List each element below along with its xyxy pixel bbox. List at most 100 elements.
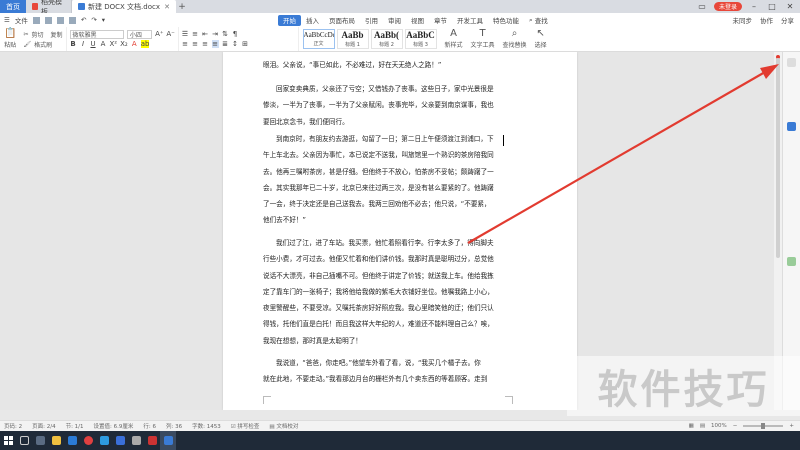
strikethrough-button[interactable]: A: [100, 40, 107, 48]
more-icon[interactable]: ▾: [102, 16, 105, 24]
start-button[interactable]: [0, 431, 16, 450]
window-layout-icon[interactable]: ▭: [696, 2, 708, 11]
tab-start[interactable]: 开始: [278, 14, 301, 26]
status-pages[interactable]: 页面: 2/4: [32, 422, 55, 430]
zoom-in-icon[interactable]: +: [789, 423, 794, 429]
tab-docer[interactable]: 稻壳模板: [26, 0, 72, 16]
underline-button[interactable]: U: [90, 40, 97, 48]
cut-button[interactable]: 剪切: [31, 30, 43, 39]
close-tab-icon[interactable]: ✕: [164, 3, 170, 11]
sync-status[interactable]: 未同步: [733, 15, 753, 25]
text-tools-button[interactable]: T 文字工具: [467, 27, 499, 51]
tab-home[interactable]: 首页: [0, 0, 26, 13]
paragraph[interactable]: 我们过了江，进了车站。我买票，他忙着照看行李。行李太多了，得向脚夫 行些小费，才…: [263, 235, 537, 349]
font-color-button[interactable]: A: [131, 40, 138, 48]
font-size-select[interactable]: 小四: [126, 29, 153, 39]
italic-button[interactable]: I: [80, 40, 87, 48]
save-icon[interactable]: [44, 16, 52, 24]
open-icon[interactable]: [32, 16, 40, 24]
scrollbar-thumb[interactable]: [776, 58, 780, 258]
new-style-button[interactable]: A 新样式: [441, 27, 467, 51]
tab-references[interactable]: 引用: [360, 13, 383, 27]
distribute-icon[interactable]: ≣: [222, 40, 229, 48]
spell-check-toggle[interactable]: ☑ 拼写检查: [231, 422, 260, 430]
print-icon[interactable]: [56, 16, 64, 24]
paragraph[interactable]: 回家变卖典质，父亲还了亏空；又借钱办了丧事。这些日子，家中光景很是 惨淡，一半为…: [263, 81, 537, 130]
grow-font-icon[interactable]: A⁺: [155, 30, 163, 38]
format-painter-button[interactable]: 格式刷: [34, 40, 52, 49]
tab-insert[interactable]: 插入: [301, 13, 324, 27]
tab-document[interactable]: 新建 DOCX 文档.docx ✕: [72, 0, 176, 13]
justify-icon[interactable]: ≡: [211, 40, 219, 48]
taskbar-app[interactable]: [96, 431, 112, 450]
style-heading-3[interactable]: AaBbC 标题 3: [404, 29, 437, 49]
doc-check-button[interactable]: ▤ 文档校对: [269, 422, 298, 430]
status-page[interactable]: 页码: 2: [4, 422, 22, 430]
taskbar-app[interactable]: [112, 431, 128, 450]
style-heading-1[interactable]: AaBb 标题 1: [336, 29, 369, 49]
indent-icon[interactable]: ⇥: [212, 30, 219, 38]
find-replace-button[interactable]: ⌕ 查找替换: [499, 27, 531, 51]
paragraph[interactable]: 我说道，“爸爸，你走吧。”他望车外看了看，说，“我买几个橘子去。你 就在此地，不…: [263, 355, 537, 388]
close-window-button[interactable]: ✕: [784, 2, 796, 11]
menu-icon[interactable]: ☰: [4, 16, 10, 24]
minimize-button[interactable]: –: [748, 2, 760, 11]
outdent-icon[interactable]: ⇤: [202, 30, 209, 38]
taskbar-app[interactable]: [16, 431, 32, 450]
line-spacing-icon[interactable]: ↕: [232, 40, 239, 48]
bold-button[interactable]: B: [70, 40, 77, 48]
superscript-button[interactable]: X²: [110, 40, 118, 48]
paragraph[interactable]: 眼泪。父亲说，“事已如此，不必难过，好在天无绝人之路！”: [263, 57, 537, 73]
paragraph[interactable]: 到南京时，有朋友约去游逛，勾留了一日；第二日上午便须渡江到浦口，下 午上车北去。…: [263, 131, 537, 229]
subscript-button[interactable]: X₂: [120, 40, 128, 48]
tab-developer[interactable]: 开发工具: [452, 13, 488, 27]
status-col[interactable]: 列: 36: [166, 422, 182, 430]
status-setting[interactable]: 设置值: 6.9厘米: [94, 422, 134, 430]
taskbar-app[interactable]: [48, 431, 64, 450]
sort-icon[interactable]: ⇅: [222, 30, 229, 38]
numbering-icon[interactable]: ≡: [192, 30, 199, 38]
tab-page-layout[interactable]: 页面布局: [324, 13, 360, 27]
taskbar-app[interactable]: [80, 431, 96, 450]
taskbar-app[interactable]: [32, 431, 48, 450]
show-marks-icon[interactable]: ¶: [232, 30, 239, 38]
paste-button[interactable]: 📋 粘贴: [0, 27, 20, 51]
font-name-select[interactable]: 微软雅黑: [69, 29, 124, 39]
tab-features[interactable]: 特色功能: [488, 13, 524, 27]
style-heading-2[interactable]: AaBb( 标题 2: [370, 29, 403, 49]
login-button[interactable]: 未登录: [713, 2, 742, 11]
bullets-icon[interactable]: ☰: [182, 30, 189, 38]
highlight-button[interactable]: ab: [140, 40, 150, 48]
status-row[interactable]: 行: 6: [143, 422, 156, 430]
tab-review[interactable]: 审阅: [383, 13, 406, 27]
borders-icon[interactable]: ⊞: [242, 40, 249, 48]
taskbar-app-wps[interactable]: [160, 431, 176, 450]
undo-icon[interactable]: ↶: [81, 16, 86, 24]
panel-tool-icon[interactable]: [787, 122, 796, 131]
taskbar-app[interactable]: [64, 431, 80, 450]
collaborate-button[interactable]: 协作: [760, 15, 773, 25]
share-button[interactable]: 分享: [781, 15, 794, 25]
document-page[interactable]: 眼泪。父亲说，“事已如此，不必难过，好在天无绝人之路！” 回家变卖典质，父亲还了…: [223, 52, 577, 410]
view-mode-icon[interactable]: ▤: [700, 423, 705, 429]
zoom-level[interactable]: 100%: [711, 423, 727, 429]
taskbar-app[interactable]: [128, 431, 144, 450]
redo-icon[interactable]: ↷: [91, 16, 96, 24]
zoom-slider[interactable]: [743, 423, 784, 429]
maximize-button[interactable]: □: [766, 2, 778, 11]
zoom-out-icon[interactable]: −: [733, 423, 738, 429]
tab-view[interactable]: 视图: [406, 13, 429, 27]
style-body[interactable]: AaBbCcDd 正文: [302, 29, 335, 49]
file-menu[interactable]: 文件: [15, 15, 28, 25]
tab-chapter[interactable]: 章节: [429, 13, 452, 27]
panel-tool-icon[interactable]: [787, 257, 796, 266]
panel-toggle-icon[interactable]: [787, 58, 796, 67]
tab-search[interactable]: ⌕ 查找: [524, 13, 553, 27]
view-mode-icon[interactable]: ▦: [689, 423, 694, 429]
select-button[interactable]: ↖ 选择: [531, 27, 551, 51]
status-words[interactable]: 字数: 1453: [192, 422, 221, 430]
align-right-icon[interactable]: ≡: [202, 40, 209, 48]
status-section[interactable]: 节: 1/1: [66, 422, 84, 430]
taskbar-app[interactable]: [144, 431, 160, 450]
align-center-icon[interactable]: ≡: [192, 40, 199, 48]
